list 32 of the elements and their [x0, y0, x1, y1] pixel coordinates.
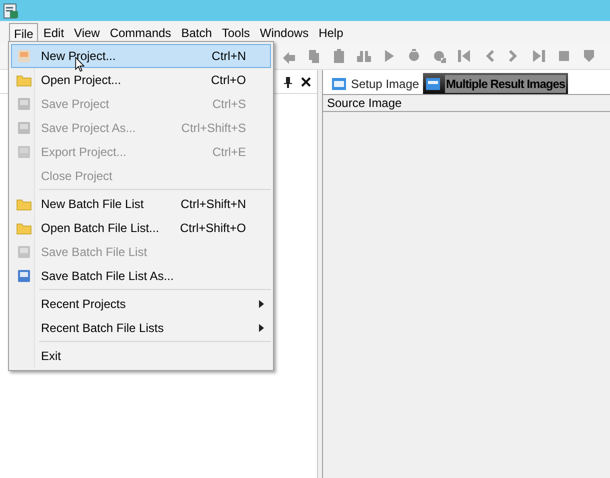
menu-entry[interactable]: New Project... Ctrl+N	[11, 44, 271, 68]
menu-item[interactable]: Batch	[176, 23, 217, 43]
last-icon[interactable]	[531, 48, 547, 64]
menu-item[interactable]: File	[9, 23, 38, 43]
pin-icon[interactable]	[283, 76, 293, 88]
menu-entry[interactable]: New Batch File List Ctrl+Shift+N	[11, 192, 271, 216]
menu-item[interactable]: View	[69, 23, 105, 43]
menu-item[interactable]: Help	[314, 23, 348, 43]
menu-entry[interactable]: Exit	[11, 344, 271, 368]
window-icon	[331, 76, 347, 92]
menu-entry[interactable]: Save Batch File List As...	[11, 264, 271, 288]
column-header: Source Image	[323, 94, 610, 112]
shield-icon[interactable]	[581, 48, 597, 64]
menu-item[interactable]: Windows	[254, 23, 314, 43]
app-icon	[3, 2, 19, 18]
copy-icon[interactable]	[306, 48, 322, 64]
paste-icon[interactable]	[331, 48, 347, 64]
tab[interactable]: Multiple Result Images	[423, 73, 568, 94]
submenu-arrow-icon	[259, 324, 264, 332]
menu-entry[interactable]: Recent Batch File Lists	[11, 316, 271, 340]
menu-item[interactable]: Commands	[104, 23, 176, 43]
menu-item[interactable]: Tools	[216, 23, 255, 43]
close-icon[interactable]	[301, 76, 311, 86]
first-icon[interactable]	[456, 48, 472, 64]
menu-entry[interactable]: Open Project... Ctrl+O	[11, 68, 271, 92]
document-icon	[16, 48, 32, 64]
stop-icon[interactable]	[556, 48, 572, 64]
submenu-arrow-icon	[259, 300, 264, 308]
menu-entry[interactable]: Recent Projects	[11, 292, 271, 316]
menu-item[interactable]: Edit	[38, 23, 70, 43]
menu-entry[interactable]: Open Batch File List... Ctrl+Shift+O	[11, 216, 271, 240]
window-icon	[425, 76, 442, 92]
